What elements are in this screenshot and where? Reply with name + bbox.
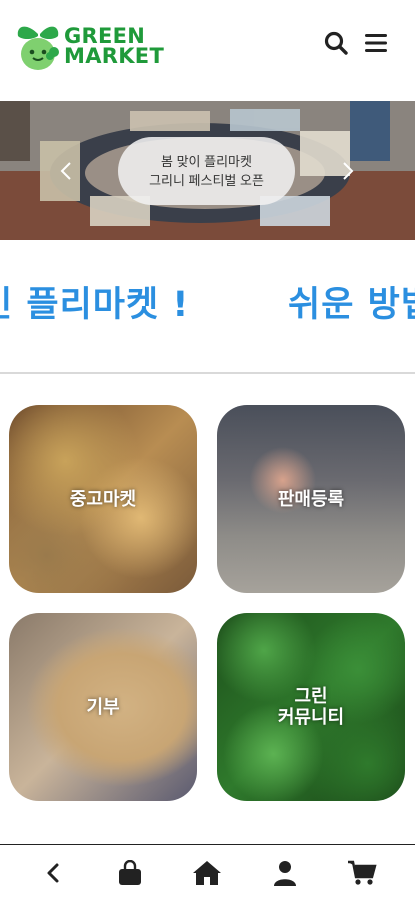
header: GREEN MARKET	[0, 0, 415, 100]
marquee-text-1: 인 플리마켓 !	[0, 285, 190, 325]
tile-label: 판매등록	[277, 488, 345, 509]
banner-caption-line2: 그리니 페스티벌 오픈	[149, 173, 264, 188]
tile-green-community[interactable]: 그린 커뮤니티	[217, 613, 405, 801]
tile-register-sale[interactable]: 판매등록	[217, 405, 405, 593]
banner-prev-arrow-icon[interactable]	[56, 159, 76, 183]
green-market-logo[interactable]: GREEN MARKET	[16, 20, 164, 72]
search-icon[interactable]	[323, 30, 349, 56]
logo-line1: GREEN	[64, 24, 146, 48]
back-icon[interactable]	[33, 853, 73, 893]
tile-label: 그린 커뮤니티	[277, 686, 345, 727]
tile-donation[interactable]: 기부	[9, 613, 197, 801]
cart-icon[interactable]	[342, 853, 382, 893]
logo-text: GREEN MARKET	[64, 24, 165, 68]
banner-caption-line1: 봄 맞이 플리마켓	[161, 154, 252, 169]
marquee-text-2: 쉬운 방법	[288, 285, 415, 325]
user-icon[interactable]	[265, 853, 305, 893]
shopping-bag-icon[interactable]	[110, 853, 150, 893]
menu-icon[interactable]	[363, 30, 389, 56]
banner-next-arrow-icon[interactable]	[338, 159, 358, 183]
tile-label: 기부	[86, 696, 120, 717]
banner-caption: 봄 맞이 플리마켓 그리니 페스티벌 오픈	[118, 137, 295, 205]
logo-mascot-icon	[16, 20, 62, 72]
marquee-banner: 인 플리마켓 ! 쉬운 방법	[0, 240, 415, 352]
divider	[0, 372, 415, 374]
hero-banner[interactable]: 봄 맞이 플리마켓 그리니 페스티벌 오픈	[0, 101, 415, 240]
tile-label: 중고마켓	[69, 488, 137, 509]
bottom-nav	[0, 844, 415, 901]
tile-used-market[interactable]: 중고마켓	[9, 405, 197, 593]
home-icon[interactable]	[187, 853, 227, 893]
logo-line2: MARKET	[64, 44, 165, 68]
